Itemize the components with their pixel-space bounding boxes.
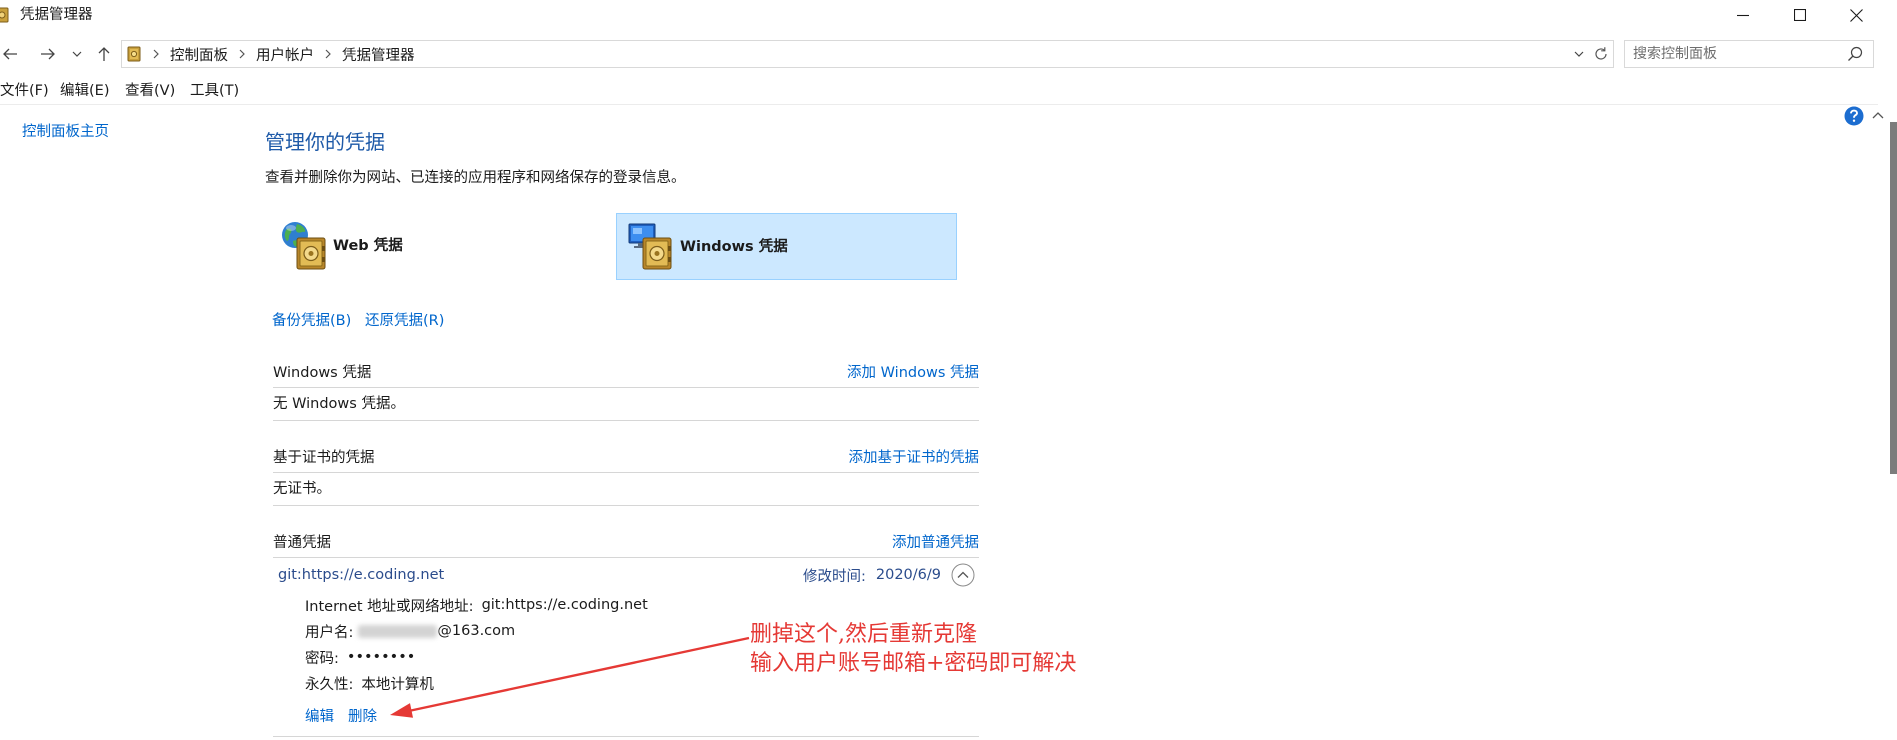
windows-credentials-label: Windows 凭据 — [680, 239, 788, 255]
chevron-down-icon — [1574, 51, 1584, 57]
username-label: 用户名: — [305, 624, 354, 641]
credential-manager-window: 凭据管理器 控制面板 用户帐户 凭据管理器 搜索控制面板 文件(F) 编辑(E)… — [0, 0, 1897, 740]
refresh-icon — [1595, 47, 1607, 60]
chevron-right-icon[interactable] — [152, 41, 160, 67]
address-value: git:https://e.coding.net — [481, 597, 648, 613]
credential-entry-header[interactable]: git:https://e.coding.net 修改时间: 2020/6/9 — [273, 558, 979, 592]
up-arrow-icon — [98, 47, 110, 61]
password-value: •••••••• — [346, 649, 416, 665]
section-title-windows: Windows 凭据 — [273, 364, 372, 381]
credential-actions: 编辑 删除 — [273, 696, 979, 734]
collapse-button[interactable] — [951, 563, 975, 587]
add-generic-credential-link[interactable]: 添加普通凭据 — [892, 531, 979, 552]
scroll-up-arrow-icon[interactable] — [1871, 109, 1885, 121]
section-header-generic: 普通凭据 添加普通凭据 — [273, 525, 979, 557]
search-input[interactable]: 搜索控制面板 — [1624, 40, 1874, 68]
window-title: 凭据管理器 — [20, 7, 93, 23]
maximize-button[interactable] — [1771, 0, 1828, 30]
title-bar: 凭据管理器 — [0, 0, 1897, 34]
persistence-label: 永久性: — [305, 676, 354, 693]
forward-button[interactable] — [38, 44, 58, 64]
refresh-button[interactable] — [1593, 41, 1609, 67]
chevron-right-icon[interactable] — [324, 41, 332, 67]
windows-credentials-empty: 无 Windows 凭据。 — [273, 396, 405, 412]
annotation-line-1: 删掉这个,然后重新克隆 — [750, 622, 977, 647]
page-description: 查看并删除你为网站、已连接的应用程序和网络保存的登录信息。 — [265, 170, 686, 186]
scrollbar-thumb[interactable] — [1890, 122, 1897, 474]
certificate-credentials-empty: 无证书。 — [273, 481, 331, 497]
annotation-line-2: 输入用户账号邮箱+密码即可解决 — [750, 651, 1077, 676]
search-icon[interactable] — [1847, 46, 1863, 62]
recent-locations-button[interactable] — [71, 44, 83, 64]
windows-credentials-icon — [628, 223, 672, 270]
section-title-certificate: 基于证书的凭据 — [273, 449, 375, 466]
menu-tools[interactable]: 工具(T) — [190, 81, 239, 101]
annotation-text: 删掉这个,然后重新克隆 输入用户账号邮箱+密码即可解决 — [750, 620, 1076, 678]
modified-label: 修改时间: — [802, 568, 866, 585]
password-label: 密码: — [305, 650, 339, 667]
page-title: 管理你的凭据 — [265, 130, 385, 154]
help-icon[interactable] — [1844, 106, 1864, 126]
credential-sections: Windows 凭据 添加 Windows 凭据 无 Windows 凭据。 基… — [273, 355, 979, 737]
back-button[interactable] — [0, 44, 20, 64]
web-credentials-tile[interactable]: Web 凭据 — [272, 213, 602, 280]
backup-credentials-link[interactable]: 备份凭据(B) — [272, 311, 351, 331]
address-label: Internet 地址或网络地址: — [305, 598, 474, 615]
menu-edit[interactable]: 编辑(E) — [60, 81, 109, 101]
detail-address: Internet 地址或网络地址: git:https://e.coding.n… — [305, 592, 979, 618]
username-value: @163.com — [437, 623, 516, 639]
sidebar-control-panel-home[interactable]: 控制面板主页 — [22, 122, 109, 142]
up-button[interactable] — [94, 44, 114, 64]
menu-view[interactable]: 查看(V) — [125, 81, 175, 101]
persistence-value: 本地计算机 — [361, 676, 434, 693]
delete-link[interactable]: 删除 — [348, 705, 377, 726]
web-credentials-label: Web 凭据 — [333, 238, 403, 254]
breadcrumb-credential-manager[interactable]: 凭据管理器 — [342, 44, 415, 65]
web-credentials-icon — [282, 222, 326, 270]
redacted-username — [358, 624, 438, 638]
menu-file[interactable]: 文件(F) — [0, 81, 49, 101]
maximize-icon — [1793, 9, 1806, 21]
chevron-up-circle-icon — [951, 563, 975, 587]
section-header-windows: Windows 凭据 添加 Windows 凭据 — [273, 355, 979, 387]
add-certificate-credential-link[interactable]: 添加基于证书的凭据 — [849, 446, 980, 467]
chevron-right-icon[interactable] — [238, 41, 246, 67]
minimize-button[interactable] — [1714, 0, 1771, 30]
modified-date: 2020/6/9 — [875, 567, 941, 583]
credential-modified: 修改时间: 2020/6/9 — [803, 563, 975, 587]
menu-divider — [0, 104, 1878, 105]
divider — [273, 736, 979, 737]
address-bar[interactable]: 控制面板 用户帐户 凭据管理器 — [121, 40, 1614, 68]
close-button[interactable] — [1828, 0, 1885, 30]
address-dropdown-button[interactable] — [1574, 41, 1584, 67]
credential-manager-icon — [0, 7, 10, 23]
section-title-generic: 普通凭据 — [273, 534, 331, 551]
control-panel-icon[interactable] — [126, 46, 142, 62]
search-placeholder: 搜索控制面板 — [1633, 46, 1717, 62]
windows-credentials-tile[interactable]: Windows 凭据 — [616, 213, 957, 280]
forward-arrow-icon — [41, 48, 55, 60]
back-arrow-icon — [3, 48, 17, 60]
chevron-down-icon — [72, 51, 82, 57]
breadcrumb-control-panel[interactable]: 控制面板 — [170, 44, 228, 65]
breadcrumb: 控制面板 用户帐户 凭据管理器 — [126, 41, 415, 67]
section-header-certificate: 基于证书的凭据 添加基于证书的凭据 — [273, 440, 979, 472]
restore-credentials-link[interactable]: 还原凭据(R) — [365, 311, 444, 331]
minimize-icon — [1736, 14, 1749, 17]
breadcrumb-user-accounts[interactable]: 用户帐户 — [256, 44, 314, 65]
credential-entry-name[interactable]: git:https://e.coding.net — [278, 567, 444, 583]
edit-link[interactable]: 编辑 — [305, 705, 334, 726]
add-windows-credential-link[interactable]: 添加 Windows 凭据 — [847, 361, 979, 382]
close-icon — [1850, 8, 1863, 22]
